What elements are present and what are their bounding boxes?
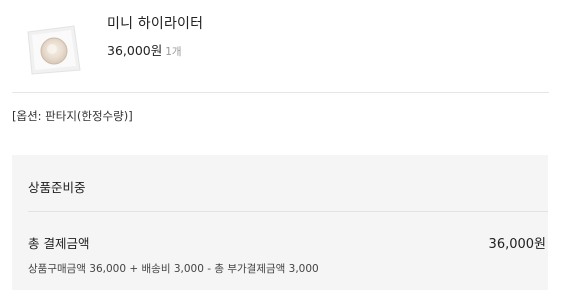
- order-item: 미니 하이라이터 36,000원 1개: [0, 0, 563, 92]
- divider: [12, 92, 549, 93]
- product-price: 36,000원: [107, 43, 163, 58]
- compact-highlighter-icon: [27, 25, 81, 75]
- product-thumbnail[interactable]: [22, 18, 84, 80]
- product-name[interactable]: 미니 하이라이터: [107, 13, 203, 33]
- total-payment-value: 36,000원: [488, 237, 546, 252]
- payment-breakdown: 상품구매금액 36,000 + 배송비 3,000 - 총 부가결제금액 3,0…: [28, 263, 319, 275]
- product-price-line: 36,000원 1개: [107, 40, 182, 59]
- divider: [28, 211, 548, 212]
- total-payment-label: 총 결제금액: [28, 236, 90, 251]
- product-quantity: 1개: [165, 46, 182, 58]
- order-status: 상품준비중: [28, 180, 86, 195]
- product-option: [옵션: 판타지(한정수량)]: [12, 109, 133, 123]
- order-summary-panel: 상품준비중 총 결제금액 36,000원 상품구매금액 36,000 + 배송비…: [12, 155, 548, 290]
